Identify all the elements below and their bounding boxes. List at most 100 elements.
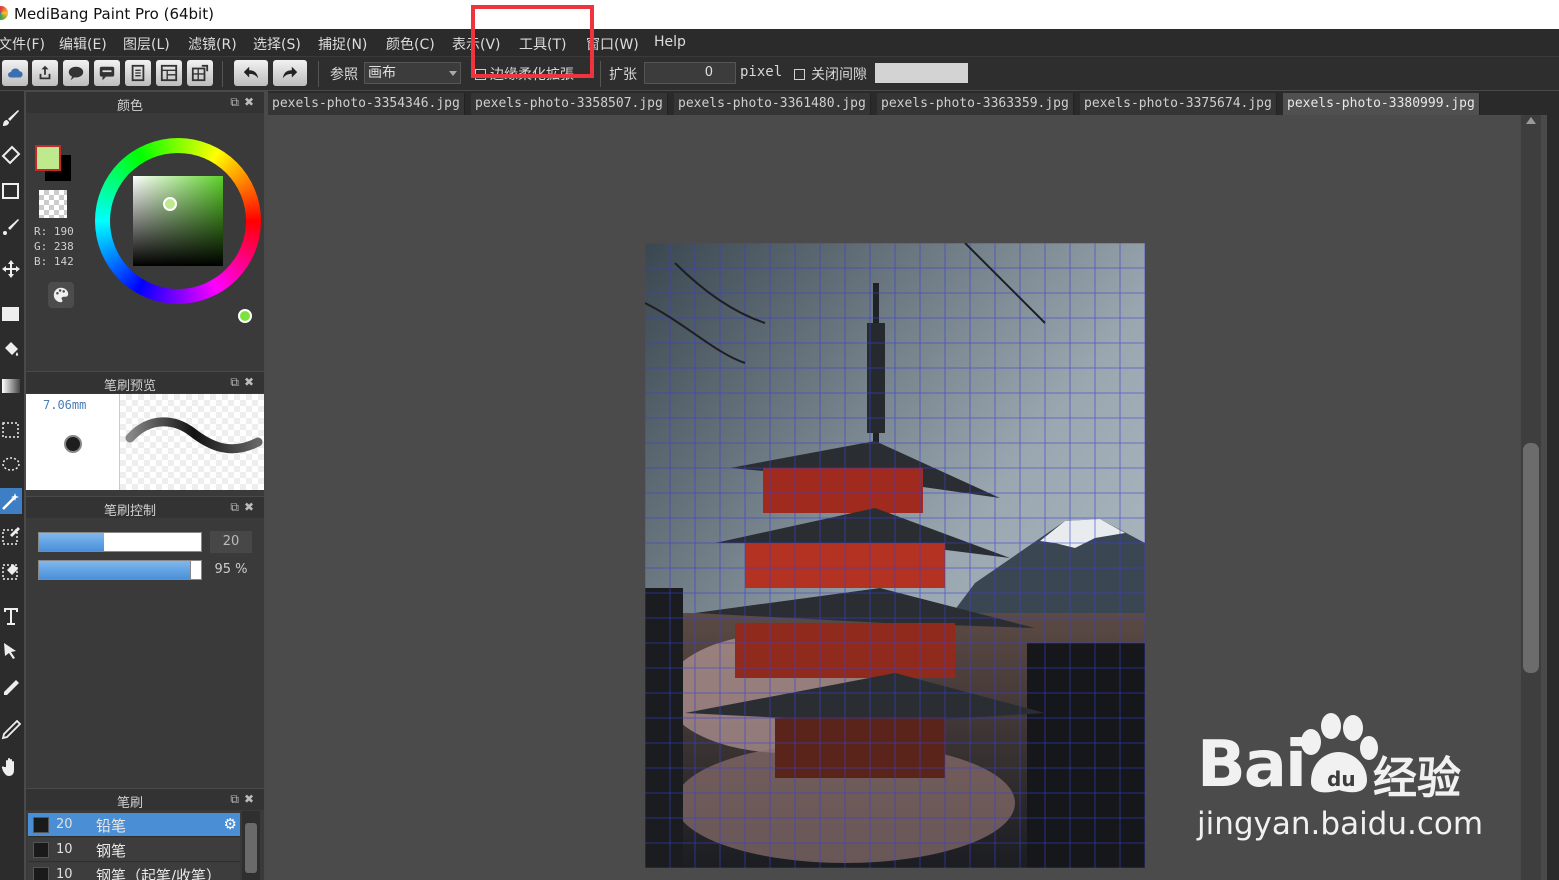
menu-filter[interactable]: 滤镜(R) <box>188 34 237 54</box>
opacity-thumb[interactable] <box>190 561 196 579</box>
filled-rectangle-icon <box>2 307 19 321</box>
menu-snap[interactable]: 捕捉(N) <box>318 34 367 54</box>
brush-size-slider[interactable] <box>38 532 202 552</box>
marquee-icon <box>2 422 19 438</box>
panel-float-close-icons[interactable]: ⧉✖ <box>230 375 259 390</box>
expand-input[interactable]: 0 <box>644 62 736 84</box>
menu-tools[interactable]: 工具(T) <box>519 34 566 54</box>
menu-select[interactable]: 选择(S) <box>253 34 301 54</box>
bucket-tool[interactable] <box>0 337 22 363</box>
rect-select-tool[interactable] <box>0 417 22 443</box>
text-tool[interactable] <box>0 603 22 629</box>
eraser-icon <box>1 145 21 165</box>
opacity-slider[interactable] <box>38 560 202 580</box>
close-gap-checkbox[interactable] <box>794 69 805 80</box>
brush-size-value[interactable]: 20 <box>210 531 252 553</box>
gradient-tool[interactable] <box>0 373 22 399</box>
redo-button[interactable] <box>273 60 307 86</box>
canvas-artwork[interactable] <box>645 243 1145 868</box>
menu-bar: 文件(F) 编辑(E) 图层(L) 滤镜(R) 选择(S) 捕捉(N) 颜色(C… <box>0 29 1559 56</box>
selection-pen-icon <box>2 527 20 545</box>
scrollbar-thumb[interactable] <box>245 823 257 873</box>
color-panel: R: 190 G: 238 B: 142 <box>26 113 264 369</box>
sv-picker-marker[interactable] <box>163 197 177 211</box>
brush-color-swatch <box>33 867 49 880</box>
menu-window[interactable]: 窗口(W) <box>586 34 639 54</box>
color-wheel[interactable] <box>95 138 261 323</box>
tab-document[interactable]: pexels-photo-3363359.jpg <box>877 93 1074 115</box>
undo-icon <box>243 66 259 79</box>
saturation-value-square[interactable] <box>133 176 223 266</box>
page-button[interactable] <box>125 60 151 86</box>
comment-button[interactable] <box>94 60 120 86</box>
speech-bubble-button[interactable] <box>63 60 89 86</box>
hand-tool[interactable] <box>0 754 22 780</box>
palette-button[interactable] <box>48 282 74 308</box>
hue-picker-marker[interactable] <box>238 309 252 323</box>
tab-document[interactable]: pexels-photo-3375674.jpg <box>1080 93 1277 115</box>
select-eraser-tool[interactable] <box>0 558 22 584</box>
foreground-color-swatch[interactable] <box>35 145 61 171</box>
pointer-pen-icon <box>4 643 16 659</box>
eraser-tool[interactable] <box>0 142 22 168</box>
select-pen-tool[interactable] <box>0 523 22 549</box>
reference-select[interactable]: 画布 <box>364 62 461 84</box>
brush-size-fill <box>39 533 104 551</box>
panel-layout-button[interactable] <box>156 60 182 86</box>
rectangle-shape-tool[interactable] <box>0 178 22 204</box>
menu-file[interactable]: 文件(F) <box>0 34 45 54</box>
brush-item-pen[interactable]: 10 钢笔 <box>28 838 240 862</box>
comment-icon <box>99 66 115 81</box>
layout-icon <box>160 64 178 82</box>
operation-tool[interactable] <box>0 638 22 664</box>
grid-settings-button[interactable] <box>187 60 213 86</box>
cloud-button[interactable] <box>2 60 28 86</box>
menu-layer[interactable]: 图层(L) <box>123 34 170 54</box>
expand-value: 0 <box>704 65 713 80</box>
fill-rectangle-tool[interactable] <box>0 301 22 327</box>
brush-control-panel: 20 95 % <box>26 519 264 785</box>
tab-document[interactable]: pexels-photo-3358507.jpg <box>471 93 668 115</box>
brush-list-scrollbar[interactable] <box>242 811 260 880</box>
cloud-icon <box>8 68 23 78</box>
move-tool[interactable] <box>0 256 22 282</box>
menu-view[interactable]: 表示(V) <box>452 34 501 54</box>
main-toolbar: 参照 画布 边缘柔化拡張 扩张 0 pixel 关闭间隙 <box>0 56 1559 90</box>
magic-wand-tool[interactable] <box>0 488 22 514</box>
eyedropper-tool[interactable] <box>0 675 22 701</box>
close-gap-level-bar[interactable] <box>875 63 968 83</box>
brush-item-size: 20 <box>56 817 73 832</box>
brush-item-name: 钢笔 <box>96 842 127 860</box>
lasso-tool[interactable] <box>0 452 22 478</box>
menu-help[interactable]: Help <box>654 34 686 50</box>
reference-select-value: 画布 <box>368 65 396 81</box>
blue-value: B: 142 <box>34 255 74 268</box>
canvas-vertical-scrollbar[interactable] <box>1521 115 1541 880</box>
brush-tool[interactable] <box>0 105 22 131</box>
tab-document[interactable]: pexels-photo-3354346.jpg <box>268 93 465 115</box>
line-brush-tool[interactable] <box>0 214 22 240</box>
scrollbar-thumb[interactable] <box>1523 443 1539 673</box>
panel-float-close-icons[interactable]: ⧉✖ <box>230 500 259 515</box>
transparent-color-swatch[interactable] <box>39 190 67 218</box>
undo-button[interactable] <box>234 60 268 86</box>
brush-item-size: 10 <box>56 867 73 880</box>
brush-list-header: 笔刷 ⧉✖ <box>26 788 264 811</box>
brush-item-name: 铅笔 <box>96 817 127 835</box>
dotted-brush-icon <box>3 219 19 235</box>
tab-document[interactable]: pexels-photo-3361480.jpg <box>674 93 871 115</box>
brush-list-title: 笔刷 <box>116 796 143 811</box>
brush-item-pencil[interactable]: 20 铅笔 ⚙ <box>28 813 240 837</box>
pipette-tool[interactable] <box>0 717 22 743</box>
menu-color[interactable]: 颜色(C) <box>386 34 435 54</box>
scroll-up-arrow-icon[interactable] <box>1526 117 1536 124</box>
panel-float-close-icons[interactable]: ⧉✖ <box>230 95 259 110</box>
menu-edit[interactable]: 编辑(E) <box>59 34 107 54</box>
brush-item-pen-pressure[interactable]: 10 钢笔（起笔/收笔） <box>28 863 240 880</box>
gear-icon[interactable]: ⚙ <box>224 815 237 833</box>
antialias-checkbox[interactable] <box>475 69 486 80</box>
export-button[interactable] <box>32 60 58 86</box>
panel-float-close-icons[interactable]: ⧉✖ <box>230 792 259 807</box>
tab-document-active[interactable]: pexels-photo-3380999.jpg <box>1283 93 1480 115</box>
speech-bubble-icon <box>68 66 84 81</box>
